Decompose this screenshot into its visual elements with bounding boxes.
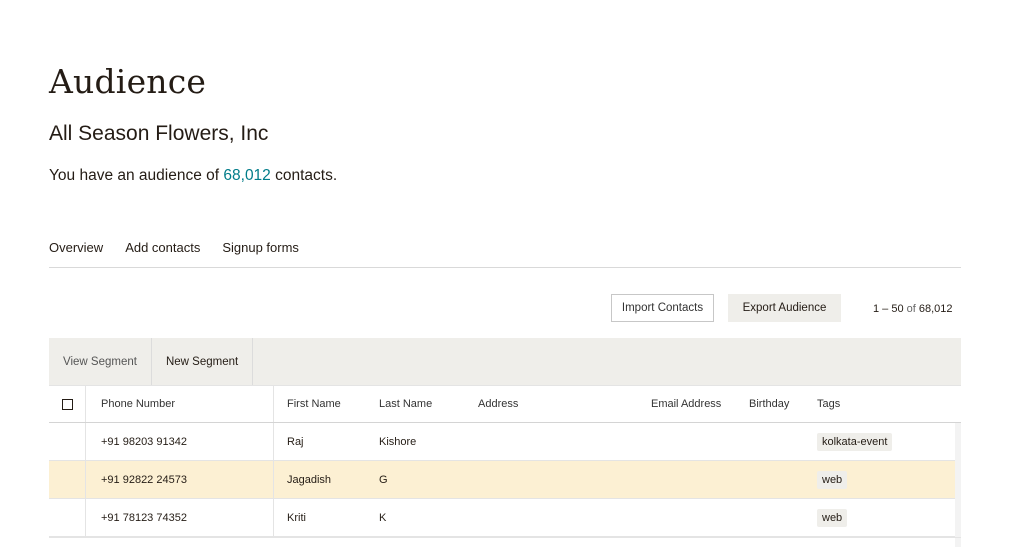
row-first-name: Jagadish xyxy=(287,473,332,486)
tag-badge[interactable]: kolkata-event xyxy=(817,432,893,451)
table-row[interactable]: +91 78123 74352 Kriti K web xyxy=(49,499,961,537)
pager-range: 1 – 50 xyxy=(873,303,904,315)
tag-badge[interactable]: web xyxy=(817,470,848,489)
column-divider xyxy=(273,499,274,536)
page-title: Audience xyxy=(49,62,207,101)
row-tags: kolkata-event xyxy=(817,423,893,460)
select-all-checkbox[interactable] xyxy=(61,398,73,410)
column-divider xyxy=(273,461,274,498)
header-address[interactable]: Address xyxy=(478,386,518,422)
table-header-row: Phone Number First Name Last Name Addres… xyxy=(49,385,961,423)
row-first-name: Kriti xyxy=(287,511,306,524)
row-select-cell xyxy=(49,423,86,460)
summary-prefix: You have an audience of xyxy=(49,167,224,184)
view-segment-button[interactable]: View Segment xyxy=(49,338,151,385)
contact-count-link[interactable]: 68,012 xyxy=(223,167,270,184)
tab-signup-forms[interactable]: Signup forms xyxy=(222,240,299,267)
tag-badge[interactable]: web xyxy=(817,508,848,527)
tab-add-contacts[interactable]: Add contacts xyxy=(125,240,200,267)
header-email[interactable]: Email Address xyxy=(651,386,721,422)
column-divider xyxy=(273,386,274,422)
export-audience-button[interactable]: Export Audience xyxy=(728,294,841,322)
header-last-name[interactable]: Last Name xyxy=(379,386,432,422)
tab-overview[interactable]: Overview xyxy=(49,240,103,267)
row-last-name: K xyxy=(379,511,387,524)
header-first-name[interactable]: First Name xyxy=(287,386,341,422)
header-birthday[interactable]: Birthday xyxy=(749,386,789,422)
row-tags: web xyxy=(817,499,848,536)
table-scrollbar[interactable] xyxy=(955,423,961,547)
row-phone[interactable]: +91 98203 91342 xyxy=(101,423,187,460)
new-segment-button[interactable]: New Segment xyxy=(150,338,254,385)
table-row[interactable]: +91 98203 91342 Raj Kishore kolkata-even… xyxy=(49,423,961,461)
header-phone[interactable]: Phone Number xyxy=(101,386,175,422)
row-tags: web xyxy=(817,461,848,498)
segment-bar: View Segment New Segment xyxy=(49,338,961,385)
row-phone[interactable]: +91 78123 74352 xyxy=(101,499,187,536)
row-select-cell xyxy=(49,499,86,536)
contacts-table: Phone Number First Name Last Name Addres… xyxy=(49,385,961,537)
row-select-cell xyxy=(49,461,86,498)
summary-suffix: contacts. xyxy=(270,167,338,184)
row-first-name: Raj xyxy=(287,435,304,448)
audience-tabs: Overview Add contacts Signup forms xyxy=(49,240,961,268)
table-row-partial xyxy=(49,537,961,547)
header-tags[interactable]: Tags xyxy=(817,386,840,422)
row-last-name: G xyxy=(379,473,388,486)
pagination-summary: 1 – 50 of 68,012 xyxy=(873,303,953,315)
row-last-name: Kishore xyxy=(379,435,417,448)
pager-of: of xyxy=(903,303,919,315)
column-divider xyxy=(273,423,274,460)
row-phone[interactable]: +91 92822 24573 xyxy=(101,461,187,498)
audience-summary: You have an audience of 68,012 contacts. xyxy=(49,167,337,185)
select-all-cell xyxy=(49,386,86,422)
table-row[interactable]: +91 92822 24573 Jagadish G web xyxy=(49,461,961,499)
org-name: All Season Flowers, Inc xyxy=(49,122,269,145)
pager-total: 68,012 xyxy=(918,303,953,315)
import-contacts-button[interactable]: Import Contacts xyxy=(611,294,714,322)
